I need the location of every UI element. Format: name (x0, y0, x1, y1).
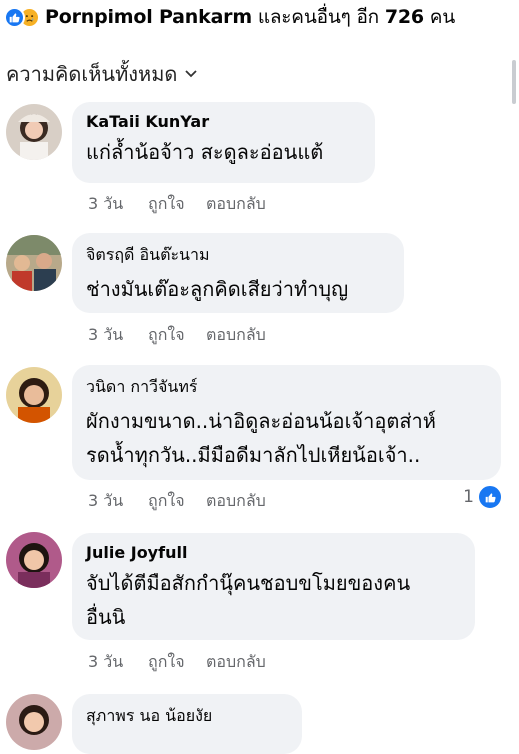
comment-author[interactable]: Julie Joyfull (86, 543, 461, 562)
comment-author[interactable]: KaTaii KunYar (86, 112, 361, 131)
comment-text-line-2: อื่นนิ (86, 605, 126, 629)
comment-text: แก่ล้ำน้อจ้าว สะดูละอ่อนแต้ (86, 140, 324, 164)
chevron-down-icon (185, 70, 198, 78)
comment-text: ช่างมันเต๊อะลูกคิดเสียว่าทำบุญ (86, 277, 349, 301)
comment-author[interactable]: วนิดา กาวีจันทร์ (86, 375, 487, 400)
comment-actions: 3 วัน ถูกใจ ตอบกลับ (88, 650, 266, 675)
like-reaction-icon (477, 484, 503, 510)
comment-bubble: วนิดา กาวีจันทร์ ผักงามขนาด..น่าอิดูละอ่… (72, 365, 501, 480)
scrollbar[interactable] (512, 60, 516, 104)
comment-time[interactable]: 3 วัน (88, 650, 148, 675)
avatar[interactable] (6, 104, 62, 160)
reactions-summary[interactable]: Pornpimol Pankarm และคนอื่นๆ อีก 726 คน (0, 0, 519, 34)
comment-actions: 3 วัน ถูกใจ ตอบกลับ (88, 489, 266, 514)
reply-button[interactable]: ตอบกลับ (206, 323, 266, 348)
reaction-icons (4, 6, 40, 28)
comment-time[interactable]: 3 วัน (88, 323, 148, 348)
comment-actions: 3 วัน ถูกใจ ตอบกลับ (88, 323, 266, 348)
reply-button[interactable]: ตอบกลับ (206, 489, 266, 514)
comment-author[interactable]: สุภาพร นอ น้อยงัย (86, 704, 288, 729)
comment-time[interactable]: 3 วัน (88, 192, 148, 217)
comment-text-line-2: รดน้ำทุกวัน..มีมือดีมาลักไปเหียน้อเจ้า.. (86, 443, 421, 467)
comment-time[interactable]: 3 วัน (88, 489, 148, 514)
comment-reaction-count: 1 (463, 487, 474, 507)
reaction-middle-text: และคนอื่นๆ อีก (257, 6, 379, 28)
like-reaction-icon (4, 6, 25, 28)
comment-bubble: จิตรฤดี อินต๊ะนาม ช่างมันเต๊อะลูกคิดเสีย… (72, 233, 404, 313)
like-button[interactable]: ถูกใจ (148, 323, 206, 348)
like-button[interactable]: ถูกใจ (148, 192, 206, 217)
like-button[interactable]: ถูกใจ (148, 489, 206, 514)
comment-actions: 3 วัน ถูกใจ ตอบกลับ (88, 192, 266, 217)
avatar[interactable] (6, 532, 62, 588)
reply-button[interactable]: ตอบกลับ (206, 192, 266, 217)
comment-filter-label: ความคิดเห็นทั้งหมด (6, 62, 178, 86)
reaction-end-text: คน (429, 6, 456, 28)
like-button[interactable]: ถูกใจ (148, 650, 206, 675)
comment-bubble: สุภาพร นอ น้อยงัย (72, 694, 302, 754)
comment-text-line-1: จับได้ตีมือสักกำนุ๊คนชอบขโมยของคน (86, 571, 411, 595)
reply-button[interactable]: ตอบกลับ (206, 650, 266, 675)
comment-bubble: KaTaii KunYar แก่ล้ำน้อจ้าว สะดูละอ่อนแต… (72, 102, 375, 183)
comment-filter-dropdown[interactable]: ความคิดเห็นทั้งหมด (6, 58, 198, 90)
comment-reaction-badge[interactable]: 1 (463, 484, 503, 510)
avatar[interactable] (6, 235, 62, 291)
reaction-count: 726 (384, 6, 424, 28)
avatar[interactable] (6, 694, 62, 750)
avatar[interactable] (6, 367, 62, 423)
reactor-name: Pornpimol Pankarm (45, 6, 252, 28)
comment-author[interactable]: จิตรฤดี อินต๊ะนาม (86, 243, 390, 268)
comment-bubble: Julie Joyfull จับได้ตีมือสักกำนุ๊คนชอบขโ… (72, 533, 475, 640)
comment-text-line-1: ผักงามขนาด..น่าอิดูละอ่อนน้อเจ้าอุตส่าห์ (86, 409, 436, 433)
reaction-summary-text: Pornpimol Pankarm และคนอื่นๆ อีก 726 คน (45, 2, 455, 32)
